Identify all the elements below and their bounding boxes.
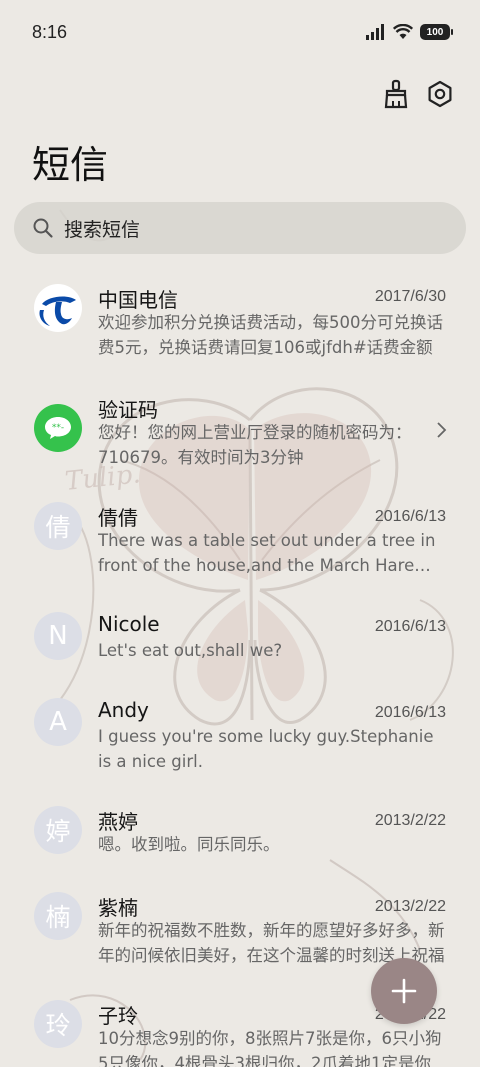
telecom-logo-icon: [35, 285, 81, 331]
contact-name: 中国电信: [98, 288, 178, 312]
gear-icon: [428, 80, 452, 108]
message-date: 2016/6/13: [374, 704, 446, 721]
message-preview: 10分想念9别的你，8张照片7张是你，6只小狗5只像你，4根骨头3根归你，2爪着…: [98, 1029, 442, 1067]
contact-name: 验证码: [98, 398, 158, 422]
plus-icon: [391, 978, 417, 1004]
status-bar: 8:16 100: [0, 0, 480, 68]
settings-button[interactable]: [426, 78, 454, 110]
message-date: 2013/2/22: [374, 812, 446, 829]
search-placeholder: 搜索短信: [64, 218, 141, 241]
svg-text:**-: **-: [52, 423, 64, 433]
contact-name: 燕婷: [98, 810, 138, 834]
conversation-item[interactable]: 婷 燕婷 2013/2/22 嗯。收到啦。同乐同乐。: [0, 806, 480, 902]
conversation-item[interactable]: N Nicole 2016/6/13 Let's eat out,shall w…: [0, 612, 480, 708]
china-telecom-logo: [34, 284, 82, 332]
wifi-icon: [393, 24, 413, 39]
conversation-item[interactable]: 中国电信 2017/6/30 欢迎参加积分兑换话费活动，每500分可兑换话费5元…: [0, 282, 480, 378]
avatar: 婷: [34, 806, 82, 854]
contact-name: 子玲: [98, 1004, 138, 1028]
status-time: 8:16: [32, 22, 68, 42]
page-title: 短信: [32, 143, 109, 187]
search-bar[interactable]: 搜索短信: [14, 202, 466, 254]
search-icon: [33, 218, 53, 238]
message-preview: There was a table set out under a tree i…: [98, 531, 436, 575]
message-date: 2016/6/13: [374, 508, 446, 525]
message-preview: 欢迎参加积分兑换话费活动，每500分可兑换话费5元，兑换话费请回复106或jfd…: [98, 313, 443, 357]
message-preview: 嗯。收到啦。同乐同乐。: [98, 835, 280, 854]
avatar: 玲: [34, 1000, 82, 1048]
broom-icon: [384, 79, 408, 109]
avatar: N: [34, 612, 82, 660]
chevron-right-icon: [437, 422, 447, 438]
message-date: 2013/2/22: [374, 898, 446, 915]
status-icons: 100: [366, 24, 453, 40]
new-message-button[interactable]: [371, 958, 437, 1024]
message-date: 2017/6/30: [374, 288, 446, 305]
conversation-item[interactable]: **- 验证码 您好！您的网上营业厅登录的随机密码为：710679。有效时间为3…: [0, 392, 480, 488]
contact-name: 紫楠: [98, 896, 138, 920]
toolbar: [382, 78, 454, 110]
battery-level: 100: [426, 26, 444, 38]
message-preview: 您好！您的网上营业厅登录的随机密码为：710679。有效时间为3分钟: [98, 423, 412, 467]
contact-name: Nicole: [98, 612, 160, 636]
message-preview: Let's eat out,shall we?: [98, 641, 283, 660]
avatar: 倩: [34, 502, 82, 550]
conversation-item[interactable]: 倩 倩倩 2016/6/13 There was a table set out…: [0, 502, 480, 598]
conversation-item[interactable]: A Andy 2016/6/13 I guess you're some luc…: [0, 698, 480, 794]
avatar: 楠: [34, 892, 82, 940]
contact-name: 倩倩: [98, 506, 138, 530]
signal-icon: [366, 24, 384, 40]
message-date: 2016/6/13: [374, 618, 446, 635]
contact-name: Andy: [98, 698, 149, 722]
avatar: A: [34, 698, 82, 746]
battery-icon: 100: [420, 24, 453, 40]
message-preview: I guess you're some lucky guy.Stephanie …: [98, 727, 434, 771]
clean-button[interactable]: [382, 78, 410, 110]
chat-bubble-icon: **-: [34, 404, 82, 452]
